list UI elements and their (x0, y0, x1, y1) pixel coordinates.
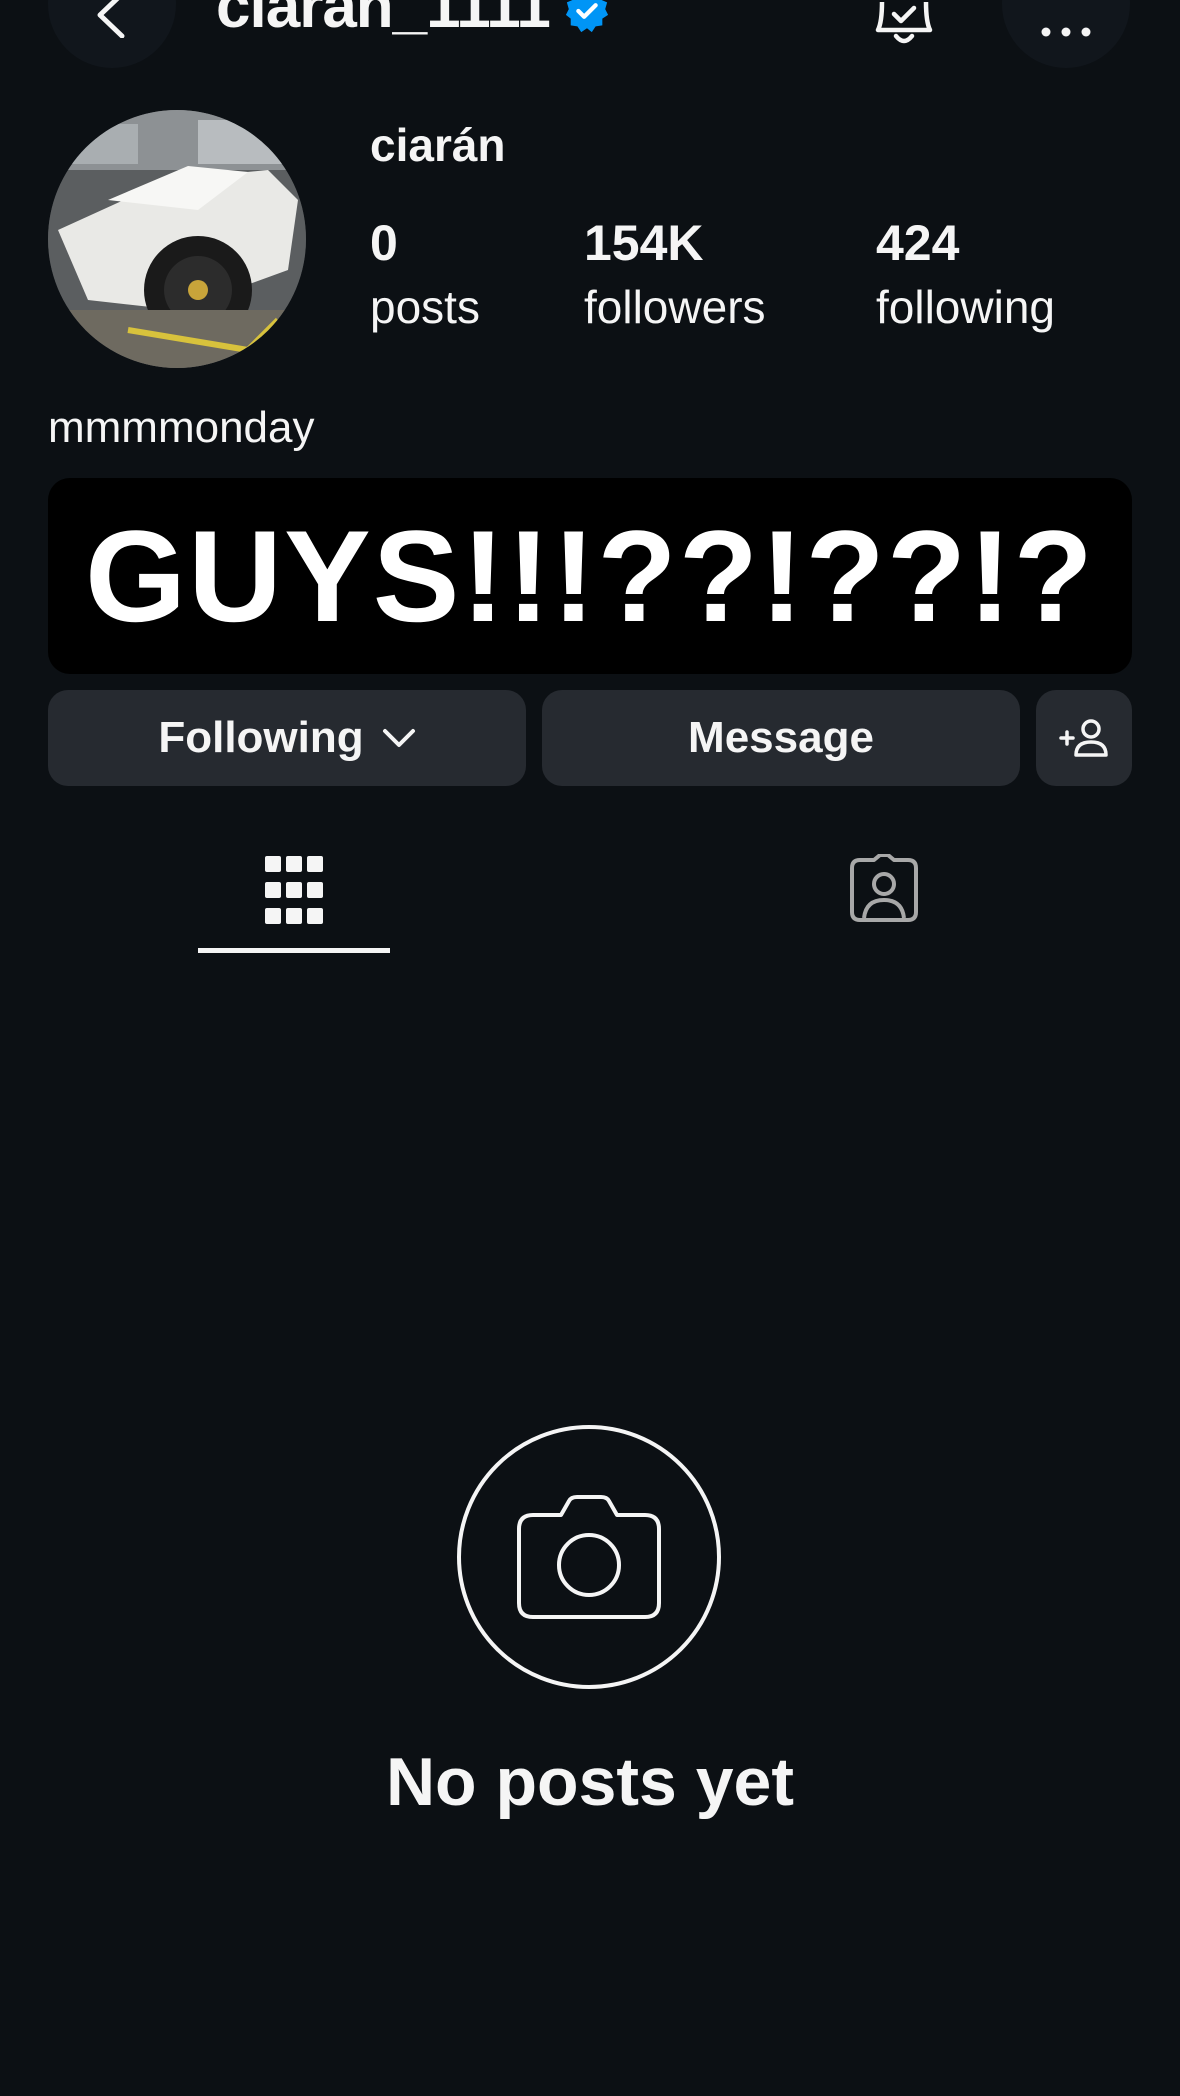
add-person-icon (1059, 719, 1108, 757)
bio-banner: GUYS!!!??!??!? (48, 478, 1132, 674)
profile-avatar[interactable] (48, 110, 306, 368)
chevron-left-icon (97, 0, 125, 38)
camera-icon (517, 1495, 661, 1619)
tab-posts-grid[interactable] (198, 840, 390, 956)
banner-text: GUYS!!!??!??!? (85, 503, 1095, 649)
more-horizontal-icon (1041, 27, 1091, 37)
chevron-down-icon (382, 727, 416, 749)
empty-state-camera (457, 1425, 721, 1689)
display-name: ciarán (370, 119, 506, 171)
top-bar: ciaran_1111 (0, 0, 1180, 80)
tab-tagged[interactable] (788, 840, 980, 956)
followers-count: 154K (584, 215, 704, 271)
username-text: ciaran_1111 (216, 0, 551, 41)
verified-badge-icon (565, 0, 608, 33)
empty-state-text: No posts yet (385, 1744, 795, 1820)
posts-label: posts (370, 281, 480, 333)
following-count: 424 (876, 215, 960, 271)
notifications-button[interactable] (864, 0, 944, 50)
followers-label: followers (584, 281, 766, 333)
message-button[interactable]: Message (542, 690, 1020, 786)
grid-icon (265, 856, 323, 924)
followers-stat[interactable]: 154K followers (584, 218, 766, 330)
back-button[interactable] (48, 0, 176, 68)
following-button[interactable]: Following (48, 690, 526, 786)
avatar-image (48, 110, 306, 368)
suggested-users-button[interactable] (1036, 690, 1132, 786)
posts-stat: 0 posts (370, 218, 480, 330)
following-button-label: Following (158, 713, 364, 762)
tagged-person-icon (850, 854, 918, 922)
posts-count: 0 (370, 215, 398, 271)
following-stat[interactable]: 424 following (876, 218, 1055, 330)
following-label: following (876, 281, 1055, 333)
profile-username: ciaran_1111 (216, 0, 610, 38)
active-tab-indicator (198, 948, 390, 953)
profile-bio: mmmmonday (48, 403, 315, 452)
message-button-label: Message (688, 713, 874, 762)
more-options-button[interactable] (1002, 0, 1130, 68)
bell-check-icon (875, 1, 933, 44)
